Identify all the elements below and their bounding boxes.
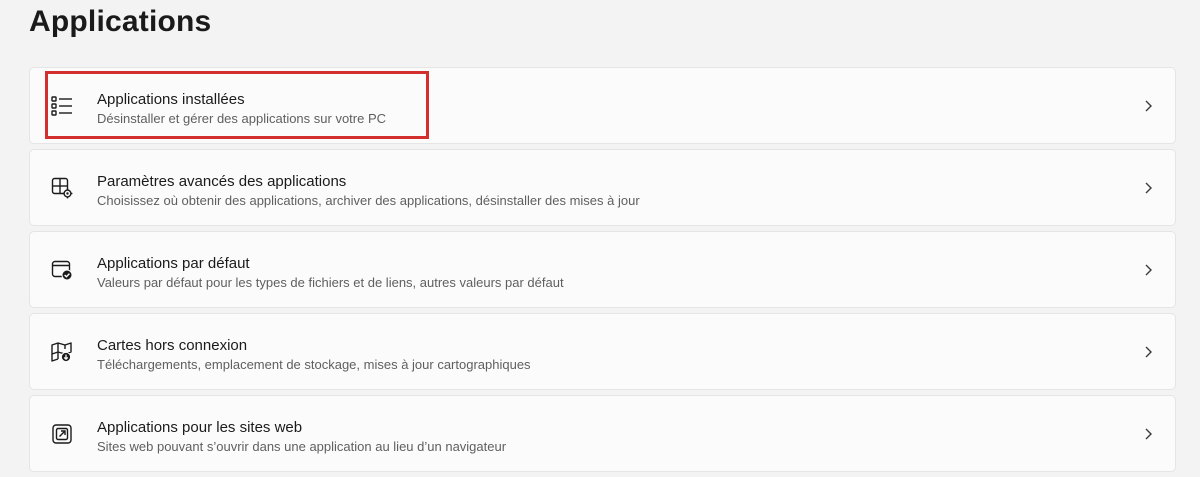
- settings-item-subtitle: Choisissez où obtenir des applications, …: [97, 193, 640, 208]
- settings-item-subtitle: Sites web pouvant s’ouvrir dans une appl…: [97, 439, 507, 454]
- settings-item-apps-for-websites[interactable]: Applications pour les sites web Sites we…: [29, 395, 1176, 472]
- settings-item-advanced-app-settings[interactable]: Paramètres avancés des applications Choi…: [29, 149, 1176, 226]
- page-title: Applications: [29, 5, 212, 38]
- settings-item-subtitle: Désinstaller et gérer des applications s…: [97, 111, 387, 126]
- settings-item-title: Cartes hors connexion: [97, 337, 248, 354]
- chevron-right-icon: [1143, 261, 1155, 279]
- settings-item-title: Applications installées: [97, 91, 245, 108]
- chevron-right-icon: [1143, 343, 1155, 361]
- settings-item-offline-maps[interactable]: Cartes hors connexion Téléchargements, e…: [29, 313, 1176, 390]
- chevron-right-icon: [1143, 97, 1155, 115]
- settings-item-title: Paramètres avancés des applications: [97, 173, 347, 190]
- settings-list: Applications installées Désinstaller et …: [29, 67, 1176, 477]
- settings-item-installed-apps[interactable]: Applications installées Désinstaller et …: [29, 67, 1176, 144]
- default-apps-icon: [50, 258, 74, 282]
- settings-item-subtitle: Valeurs par défaut pour les types de fic…: [97, 275, 564, 290]
- advanced-app-settings-icon: [50, 176, 74, 200]
- settings-item-default-apps[interactable]: Applications par défaut Valeurs par défa…: [29, 231, 1176, 308]
- chevron-right-icon: [1143, 179, 1155, 197]
- settings-item-subtitle: Téléchargements, emplacement de stockage…: [97, 357, 531, 372]
- offline-maps-icon: [50, 340, 74, 364]
- settings-item-title: Applications par défaut: [97, 255, 250, 272]
- settings-item-title: Applications pour les sites web: [97, 419, 303, 436]
- chevron-right-icon: [1143, 425, 1155, 443]
- apps-for-websites-icon: [50, 422, 74, 446]
- installed-apps-list-icon: [50, 94, 74, 118]
